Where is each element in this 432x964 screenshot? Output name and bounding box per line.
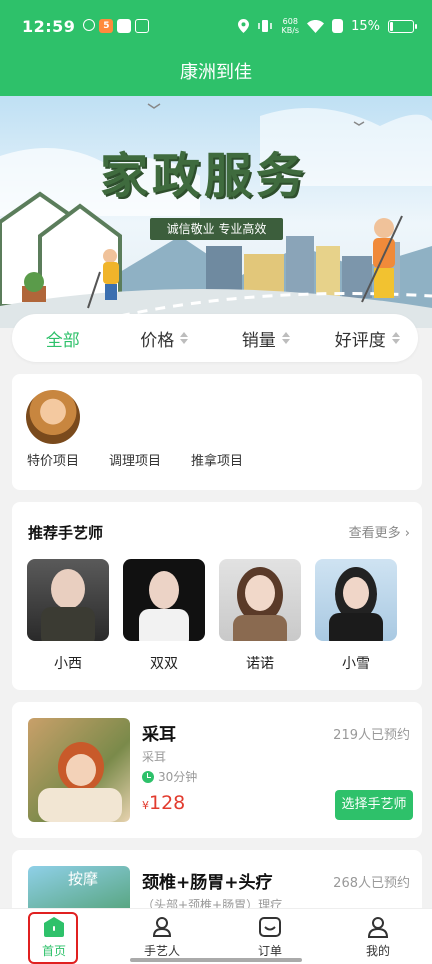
service-description: 采耳 xyxy=(142,750,167,764)
service-image-text: 按摩 xyxy=(68,870,99,888)
battery-fill xyxy=(390,21,393,31)
service-booked-count: 268人已预约 xyxy=(333,876,410,891)
banner-illustration xyxy=(0,103,432,328)
artisan-photo xyxy=(27,559,109,641)
tab-home[interactable]: 首页 xyxy=(0,909,108,964)
service-card[interactable]: 采耳 219人已预约 采耳 30分钟 ¥128 选择手艺师 xyxy=(12,702,422,838)
artisan-item[interactable]: 双双 xyxy=(123,559,205,673)
battery-percent: 15% xyxy=(351,18,380,34)
sim-icon xyxy=(332,19,344,33)
tab-artisans[interactable]: 手艺人 xyxy=(108,909,216,964)
category-massage[interactable]: 推拿项目 xyxy=(176,450,258,469)
artisan-name: 双双 xyxy=(150,656,178,672)
category-discount[interactable]: 特价项目 xyxy=(12,450,94,469)
sort-bar: 全部 价格 销量 好评度 xyxy=(12,314,418,362)
artisan-name: 小雪 xyxy=(342,656,370,672)
section-title: 推荐手艺师 xyxy=(28,524,104,542)
service-duration: 30分钟 xyxy=(142,768,197,785)
choose-artisan-button[interactable]: 选择手艺师 xyxy=(335,790,413,820)
app-header: 12:59 5 608 KB/s 15% 康洲到佳 xyxy=(0,0,432,96)
battery-icon xyxy=(388,19,417,33)
bag-icon xyxy=(135,19,150,33)
category-avatar[interactable] xyxy=(26,390,80,444)
sort-all[interactable]: 全部 xyxy=(12,326,114,351)
highlight-box xyxy=(28,912,78,964)
category-therapy[interactable]: 调理项目 xyxy=(94,450,176,469)
sort-rating[interactable]: 好评度 xyxy=(317,326,419,351)
vibrate-icon xyxy=(258,20,273,32)
profile-icon xyxy=(367,916,389,938)
banner-subtitle: 诚信敬业 专业高效 xyxy=(150,218,283,240)
artisan-section: 推荐手艺师 查看更多 › 小西 双双 诺诺 小雪 xyxy=(12,502,422,690)
promo-banner[interactable]: 家政服务 诚信敬业 专业高效 xyxy=(0,96,432,328)
sort-arrows-icon xyxy=(180,332,189,344)
orders-icon xyxy=(259,916,281,937)
location-icon xyxy=(238,19,250,33)
artisan-photo xyxy=(219,559,301,641)
service-image xyxy=(28,718,130,822)
artisan-photo xyxy=(123,559,205,641)
status-time: 12:59 xyxy=(22,16,76,36)
mail-icon xyxy=(117,19,132,33)
artisan-item[interactable]: 小西 xyxy=(27,559,109,673)
tab-profile[interactable]: 我的 xyxy=(324,909,432,964)
service-title: 采耳 xyxy=(142,725,176,745)
home-indicator xyxy=(130,958,302,962)
artisan-icon xyxy=(152,916,172,937)
artisan-name: 诺诺 xyxy=(246,656,274,672)
sort-arrows-icon xyxy=(391,332,400,344)
app-badge-icon: 5 xyxy=(99,19,114,33)
chevron-right-icon: › xyxy=(404,526,410,541)
banner-title: 家政服务 xyxy=(100,148,309,204)
category-card: 特价项目 调理项目 推拿项目 xyxy=(12,374,422,490)
artisan-photo xyxy=(315,559,397,641)
sort-sales[interactable]: 销量 xyxy=(215,326,317,351)
app-notification-icon xyxy=(83,19,96,31)
sort-price[interactable]: 价格 xyxy=(114,326,216,351)
service-title: 颈椎+肠胃+头疗 xyxy=(142,873,273,893)
service-price: ¥128 xyxy=(142,792,186,814)
status-bar: 12:59 5 608 KB/s 15% xyxy=(0,0,432,52)
service-booked-count: 219人已预约 xyxy=(333,728,410,743)
wifi-icon xyxy=(307,19,325,33)
see-more-link[interactable]: 查看更多 › xyxy=(349,522,410,541)
clock-icon xyxy=(142,770,154,783)
sort-arrows-icon xyxy=(281,332,290,344)
artisan-name: 小西 xyxy=(54,656,82,672)
tab-orders[interactable]: 订单 xyxy=(216,909,324,964)
bottom-tab-bar: 首页 手艺人 订单 我的 xyxy=(0,908,432,964)
artisan-item[interactable]: 小雪 xyxy=(315,559,397,673)
artisan-item[interactable]: 诺诺 xyxy=(219,559,301,673)
page-title: 康洲到佳 xyxy=(180,62,252,83)
network-speed: 608 KB/s xyxy=(281,17,300,35)
